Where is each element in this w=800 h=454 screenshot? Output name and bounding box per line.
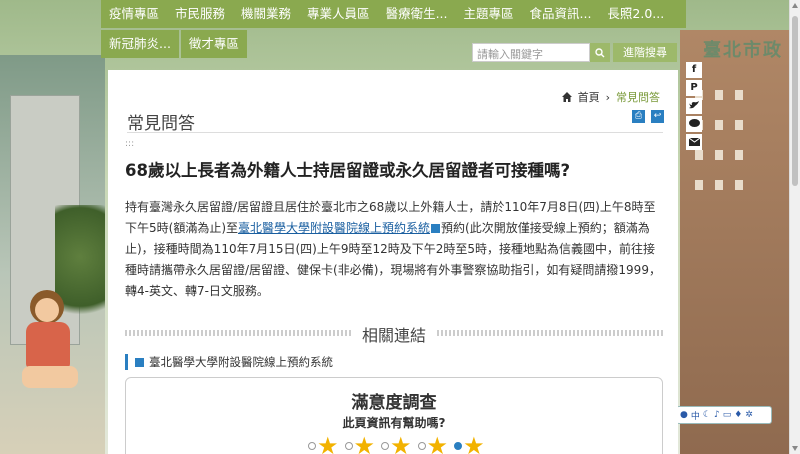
language-icon[interactable]: 中 <box>691 409 700 422</box>
scrollbar-thumb[interactable] <box>792 16 798 186</box>
rating-option[interactable]: ★ <box>454 432 485 454</box>
external-link-icon <box>431 224 441 233</box>
scroll-up-icon[interactable] <box>792 3 798 8</box>
site-logo[interactable]: 臺北市政 <box>703 36 783 62</box>
content-panel: 首頁 › 常見問答 常見問答 ⎙ ↩ ::: 68歲以上長者為外籍人士持居留證或… <box>108 70 678 454</box>
hearing-icon[interactable]: ♪ <box>714 410 720 420</box>
scroll-down-icon[interactable] <box>792 446 798 451</box>
child-legs <box>22 366 78 388</box>
booking-link[interactable]: 臺北醫學大學附設醫院線上預約系統 <box>238 221 430 235</box>
related-links-heading: 相關連結 <box>125 322 663 346</box>
nav-item[interactable]: 專業人員區 <box>299 0 378 28</box>
rating-radio[interactable] <box>344 442 353 450</box>
question-title: 68歲以上長者為外籍人士持居留證或永久居留證者可接種嗎? <box>125 161 571 180</box>
rating-option[interactable]: ★ <box>417 432 449 454</box>
main-nav-row2: 新冠肺炎... 徵才專區 <box>101 30 249 58</box>
nav-item[interactable]: 醫療衛生... <box>378 0 456 28</box>
star-icon: ★ <box>317 432 339 454</box>
nav-item[interactable]: 疫情專區 <box>101 0 167 28</box>
rating-radio-selected[interactable] <box>454 442 463 450</box>
related-link-item[interactable]: 臺北醫學大學附設醫院線上預約系統 <box>125 354 663 370</box>
mail-icon[interactable] <box>686 134 702 150</box>
share-bar: f P <box>686 62 702 150</box>
page-title: 常見問答 <box>127 114 195 134</box>
nav-item[interactable]: 機關業務 <box>233 0 299 28</box>
breadcrumb-current: 常見問答 <box>616 91 660 104</box>
facebook-icon[interactable]: f <box>686 62 702 78</box>
child-face <box>35 298 59 322</box>
nav-item[interactable]: 主題專區 <box>455 0 521 28</box>
nav-item[interactable]: 市民服務 <box>167 0 233 28</box>
rating-radio[interactable] <box>417 442 426 450</box>
breadcrumb-home[interactable]: 首頁 <box>578 89 600 105</box>
microphone-icon[interactable]: ♦ <box>734 410 742 420</box>
back-icon[interactable]: ↩ <box>651 110 664 123</box>
nav-item[interactable]: 食品資訊... <box>522 0 600 28</box>
nav-item[interactable]: 長照2.0... <box>599 0 672 28</box>
moon-icon[interactable]: ☾ <box>703 410 711 420</box>
plurk-icon[interactable]: P <box>686 80 702 96</box>
main-nav: 疫情專區 市民服務 機關業務 專業人員區 醫療衛生... 主題專區 食品資訊..… <box>101 0 686 28</box>
related-link-label[interactable]: 臺北醫學大學附設醫院線上預約系統 <box>149 354 333 370</box>
home-icon <box>561 92 572 102</box>
page-tools: ⎙ ↩ <box>632 110 664 123</box>
settings-icon[interactable]: ✲ <box>745 410 753 420</box>
rating-option[interactable]: ★ <box>344 432 376 454</box>
child-body <box>26 322 70 368</box>
advanced-search-button[interactable]: 進階搜尋 <box>613 43 677 62</box>
accessibility-icon[interactable]: ● <box>680 410 688 420</box>
breadcrumb: 首頁 › 常見問答 <box>561 89 660 105</box>
line-icon[interactable] <box>686 116 702 132</box>
rating-stars: ★ ★ ★ ★ ★ <box>308 432 485 454</box>
rating-option[interactable]: ★ <box>381 432 412 454</box>
star-icon: ★ <box>426 432 449 454</box>
accessibility-toolbar[interactable]: ● 中 ☾ ♪ ▭ ♦ ✲ <box>676 406 772 424</box>
satisfaction-survey: 滿意度調查 此頁資訊有幫助嗎? ★ ★ ★ ★ ★ <box>125 377 663 454</box>
related-links-title: 相關連結 <box>351 322 437 346</box>
anchor-dots[interactable]: ::: <box>125 139 134 149</box>
star-icon: ★ <box>463 432 485 454</box>
search-button[interactable] <box>590 43 610 62</box>
rating-option[interactable]: ★ <box>308 432 339 454</box>
star-icon: ★ <box>353 432 376 454</box>
scrollbar[interactable] <box>789 0 800 454</box>
nav-item[interactable]: 新冠肺炎... <box>101 30 179 58</box>
divider <box>127 132 663 133</box>
survey-title: 滿意度調查 <box>351 393 437 413</box>
keyboard-icon[interactable]: ▭ <box>723 410 732 420</box>
rating-radio[interactable] <box>308 442 316 450</box>
search-icon <box>595 47 605 57</box>
breadcrumb-separator: › <box>605 90 610 104</box>
question-answer: 持有臺灣永久居留證/居留證且居住於臺北市之68歲以上外籍人士，請於110年7月8… <box>125 197 665 302</box>
document-icon <box>135 357 144 367</box>
nav-item[interactable]: 徵才專區 <box>180 30 247 58</box>
rating-radio[interactable] <box>381 442 390 450</box>
search-input[interactable]: 請輸入關鍵字 <box>472 43 590 62</box>
twitter-icon[interactable] <box>686 98 702 114</box>
print-icon[interactable]: ⎙ <box>632 110 645 123</box>
child-illustration <box>22 290 82 400</box>
survey-question: 此頁資訊有幫助嗎? <box>342 416 446 430</box>
star-icon: ★ <box>390 432 412 454</box>
